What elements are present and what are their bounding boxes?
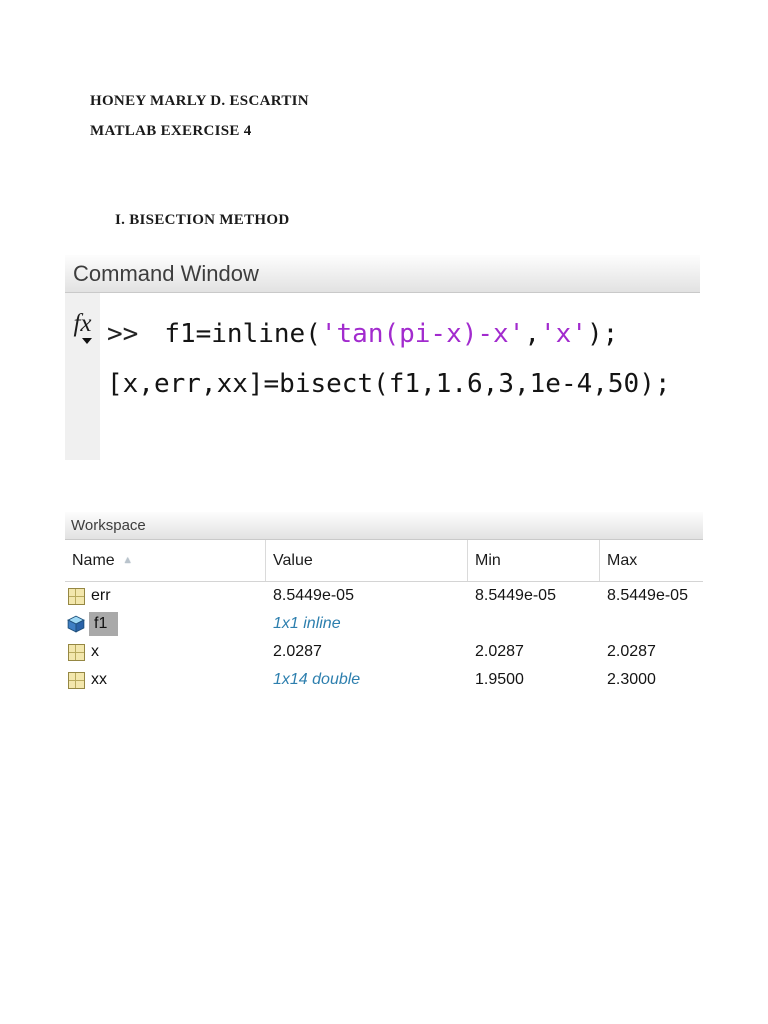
variable-max-cell[interactable]: 8.5449e-05 bbox=[600, 582, 703, 610]
column-header-max-label: Max bbox=[607, 551, 638, 569]
table-row[interactable]: xx 1x14 double 1.9500 2.3000 bbox=[65, 666, 703, 694]
code-line: >> f1=inline('tan(pi-x)-x','x'); bbox=[107, 309, 671, 359]
column-header-name-label: Name bbox=[72, 551, 115, 569]
command-window-title: Command Window bbox=[73, 260, 259, 286]
variable-min-cell[interactable]: 8.5449e-05 bbox=[468, 582, 600, 610]
table-row[interactable]: f1 1x1 inline bbox=[65, 610, 703, 638]
inline-object-icon bbox=[67, 615, 85, 633]
variable-name[interactable]: f1 bbox=[89, 612, 119, 636]
code-text: f1=inline( bbox=[164, 319, 321, 349]
variable-max-cell[interactable] bbox=[600, 610, 703, 638]
table-row[interactable]: err 8.5449e-05 8.5449e-05 8.5449e-05 bbox=[65, 582, 703, 610]
code-line: [x,err,xx]=bisect(f1,1.6,3,1e-4,50); bbox=[107, 359, 671, 409]
variable-value-cell[interactable]: 1x14 double bbox=[266, 666, 468, 694]
workspace-title: Workspace bbox=[71, 517, 146, 534]
exercise-title: MATLAB EXERCISE 4 bbox=[90, 123, 252, 139]
variable-name-cell[interactable]: x bbox=[65, 638, 266, 666]
student-name: HONEY MARLY D. ESCARTIN bbox=[90, 93, 309, 109]
section-heading: I. BISECTION METHOD bbox=[115, 212, 290, 228]
command-window-titlebar: Command Window bbox=[65, 255, 700, 293]
workspace-table: Name ▲ Value Min Max err 8.5449e-05 8.5449… bbox=[65, 540, 703, 694]
sort-ascending-icon: ▲ bbox=[122, 555, 133, 566]
variable-name-cell[interactable]: f1 bbox=[65, 610, 266, 638]
code-text: , bbox=[524, 319, 541, 349]
variable-value-cell[interactable]: 2.0287 bbox=[266, 638, 468, 666]
workspace-titlebar: Workspace bbox=[65, 512, 703, 540]
command-window-gutter: fx bbox=[65, 293, 100, 460]
column-header-name[interactable]: Name ▲ bbox=[65, 540, 266, 581]
variable-name[interactable]: err bbox=[91, 587, 111, 605]
variable-max-cell[interactable]: 2.0287 bbox=[600, 638, 703, 666]
variable-min-cell[interactable]: 1.9500 bbox=[468, 666, 600, 694]
variable-value-cell[interactable]: 1x1 inline bbox=[266, 610, 468, 638]
table-row[interactable]: x 2.0287 2.0287 2.0287 bbox=[65, 638, 703, 666]
variable-value-cell[interactable]: 8.5449e-05 bbox=[266, 582, 468, 610]
variable-name-cell[interactable]: xx bbox=[65, 666, 266, 694]
workspace-panel: Workspace Name ▲ Value Min Max err 8.5449… bbox=[65, 512, 703, 694]
command-window-body[interactable]: fx >> f1=inline('tan(pi-x)-x','x'); [x,err… bbox=[65, 293, 700, 460]
code-string-literal: 'tan(pi-x)-x' bbox=[320, 319, 525, 349]
document-header: HONEY MARLY D. ESCARTIN MATLAB EXERCISE … bbox=[90, 93, 309, 153]
fx-dropdown-caret-icon[interactable] bbox=[81, 338, 92, 344]
command-prompt: >> bbox=[107, 319, 139, 349]
variable-max-cell[interactable]: 2.3000 bbox=[600, 666, 703, 694]
document-page: { "doc": { "student_name": "HONEY MARLY … bbox=[0, 0, 768, 1024]
column-header-min[interactable]: Min bbox=[468, 540, 600, 581]
matrix-icon bbox=[68, 587, 85, 605]
column-header-max[interactable]: Max bbox=[600, 540, 703, 581]
matrix-icon bbox=[68, 671, 85, 689]
variable-name[interactable]: x bbox=[91, 643, 99, 661]
variable-min-cell[interactable] bbox=[468, 610, 600, 638]
workspace-table-header: Name ▲ Value Min Max bbox=[65, 540, 703, 582]
variable-name-cell[interactable]: err bbox=[65, 582, 266, 610]
variable-name[interactable]: xx bbox=[91, 671, 107, 689]
matrix-icon bbox=[68, 643, 85, 661]
workspace-table-rows: err 8.5449e-05 8.5449e-05 8.5449e-05 f1 1x1 i… bbox=[65, 582, 703, 694]
variable-min-cell[interactable]: 2.0287 bbox=[468, 638, 600, 666]
code-text: ); bbox=[586, 319, 619, 349]
code-text: [x,err,xx]=bisect(f1,1.6,3,1e-4,50); bbox=[107, 369, 671, 399]
column-header-value[interactable]: Value bbox=[266, 540, 468, 581]
fx-icon[interactable]: fx bbox=[73, 311, 91, 337]
command-window-panel: Command Window fx >> f1=inline('tan(pi-x)… bbox=[65, 255, 700, 460]
column-header-value-label: Value bbox=[273, 551, 313, 569]
command-window-code[interactable]: >> f1=inline('tan(pi-x)-x','x'); [x,err,xx… bbox=[100, 293, 671, 460]
code-string-literal: 'x' bbox=[540, 319, 587, 349]
column-header-min-label: Min bbox=[475, 551, 501, 569]
